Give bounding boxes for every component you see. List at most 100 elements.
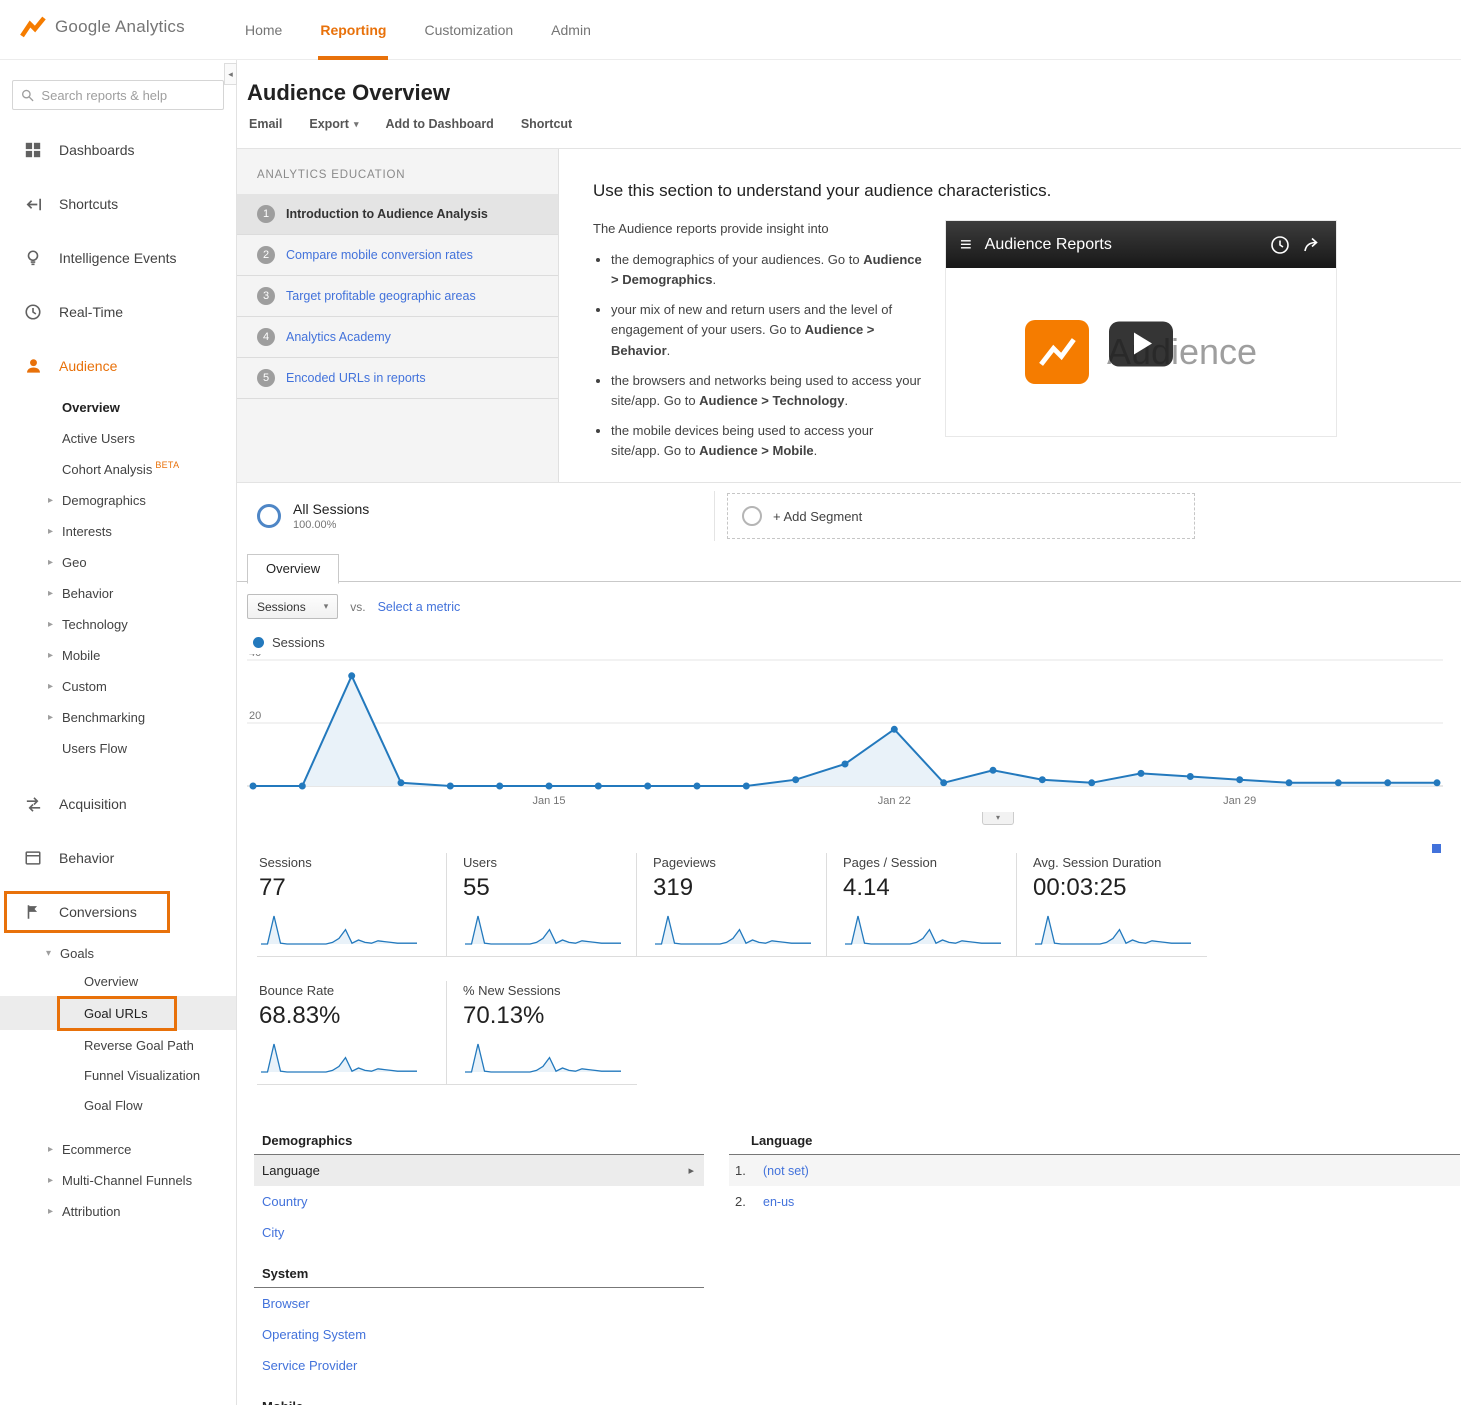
edu-step-mobile-conversion[interactable]: 2 Compare mobile conversion rates [237, 235, 558, 276]
metric-card-bounce-rate[interactable]: Bounce Rate 68.83% [257, 981, 447, 1085]
sidebar-item-benchmarking[interactable]: ▸ Benchmarking [0, 702, 236, 733]
share-icon[interactable] [1302, 235, 1322, 255]
search-reports-box[interactable] [12, 80, 224, 110]
segment-all-sessions[interactable]: All Sessions 100.00% [257, 501, 369, 531]
metric-card-avg-session-duration[interactable]: Avg. Session Duration 00:03:25 [1017, 853, 1207, 957]
expand-right-icon: ▸ [48, 1144, 54, 1155]
add-segment-button[interactable]: + Add Segment [727, 493, 1195, 539]
metric-card-pages-per-session[interactable]: Pages / Session 4.14 [827, 853, 1017, 957]
sidebar-item-demographics[interactable]: ▸ Demographics [0, 485, 236, 516]
language-value-link[interactable]: en-us [763, 1195, 794, 1209]
edu-step-encoded-urls[interactable]: 5 Encoded URLs in reports [237, 358, 558, 399]
sidebar-item-funnel-visualization[interactable]: Funnel Visualization [0, 1060, 236, 1090]
system-service-provider-item[interactable]: Service Provider [254, 1350, 704, 1381]
tab-overview[interactable]: Overview [247, 554, 340, 584]
metric-selector[interactable]: Sessions ▾ [247, 594, 339, 619]
system-block: System Browser Operating System Service … [254, 1260, 704, 1381]
sidebar-item-real-time[interactable]: Real-Time [0, 298, 236, 326]
audience-subnav: Overview Active Users Cohort Analysis BET… [0, 392, 236, 764]
sidebar-item-audience-overview[interactable]: Overview [0, 392, 236, 423]
select-metric-link[interactable]: Select a metric [378, 600, 461, 614]
beta-badge: BETA [155, 459, 180, 470]
explorer-panel: Sessions ▾ vs. Select a metric Sessions 2… [237, 582, 1461, 1085]
sidebar-item-intelligence-events[interactable]: Intelligence Events [0, 244, 236, 272]
sidebar-item-goals[interactable]: ▾ Goals [0, 940, 236, 966]
sessions-line-chart[interactable]: 20 40 Jan 15 Jan 22 Jan 29 [247, 647, 1443, 814]
chart-annotations-toggle[interactable]: ▾ [982, 812, 1014, 825]
sidebar-item-active-users[interactable]: Active Users [0, 423, 236, 454]
play-icon [1134, 332, 1152, 355]
watch-later-icon[interactable] [1270, 235, 1290, 255]
sidebar-item-ecommerce[interactable]: ▸ Ecommerce [0, 1134, 236, 1165]
sidebar-item-custom[interactable]: ▸ Custom [0, 671, 236, 702]
sidebar-item-label: Intelligence Events [59, 250, 177, 266]
system-browser-item[interactable]: Browser [254, 1288, 704, 1319]
sidebar-item-conversions[interactable]: Conversions [0, 891, 236, 933]
sidebar-item-geo[interactable]: ▸ Geo [0, 547, 236, 578]
edu-step-introduction[interactable]: 1 Introduction to Audience Analysis [237, 194, 558, 235]
video-title: Audience Reports [984, 235, 1112, 253]
demographics-city-item[interactable]: City [254, 1217, 704, 1248]
swap-arrows-icon [23, 794, 43, 814]
sidebar-item-label: Conversions [59, 904, 137, 920]
edu-step-analytics-academy[interactable]: 4 Analytics Academy [237, 317, 558, 358]
sidebar-item-behavior-sub[interactable]: ▸ Behavior [0, 578, 236, 609]
rank-label: 1. [735, 1163, 746, 1178]
metric-card-users[interactable]: Users 55 [447, 853, 637, 957]
sidebar-item-behavior[interactable]: Behavior [0, 844, 236, 872]
sidebar-item-shortcuts[interactable]: Shortcuts [0, 190, 236, 218]
sidebar-item-label: Shortcuts [59, 196, 119, 212]
sparkline [465, 1043, 621, 1073]
window-icon [23, 848, 43, 868]
segment-ring-icon [257, 504, 281, 528]
sidebar-item-attribution[interactable]: ▸ Attribution [0, 1196, 236, 1227]
metric-card-sessions[interactable]: Sessions 77 [257, 853, 447, 957]
education-bullet: the browsers and networks being used to … [611, 371, 923, 411]
dashboards-icon [23, 140, 43, 160]
svg-text:20: 20 [249, 710, 261, 722]
sidebar-item-interests[interactable]: ▸ Interests [0, 516, 236, 547]
step-number-badge: 5 [257, 369, 275, 387]
language-table-heading: Language [729, 1127, 1460, 1155]
metric-card-new-sessions[interactable]: % New Sessions 70.13% [447, 981, 637, 1085]
nav-customization[interactable]: Customization [424, 0, 513, 60]
system-operating-system-item[interactable]: Operating System [254, 1319, 704, 1350]
language-table: Language 1. (not set) 2. en-us [729, 1127, 1460, 1405]
nav-reporting[interactable]: Reporting [318, 0, 389, 60]
search-input[interactable] [41, 87, 215, 103]
sidebar-item-users-flow[interactable]: Users Flow [0, 733, 236, 764]
add-to-dashboard-button[interactable]: Add to Dashboard [385, 117, 493, 131]
metric-card-pageviews[interactable]: Pageviews 319 [637, 853, 827, 957]
sidebar-item-audience[interactable]: Audience [0, 352, 236, 380]
nav-admin[interactable]: Admin [551, 0, 591, 60]
email-button[interactable]: Email [249, 117, 282, 131]
segment-bar: All Sessions 100.00% + Add Segment [237, 483, 1461, 549]
sessions-chart[interactable]: 20 40 Jan 15 Jan 22 Jan 29 ▾ [247, 647, 1443, 853]
sidebar-item-acquisition[interactable]: Acquisition [0, 790, 236, 818]
edu-step-geographic-areas[interactable]: 3 Target profitable geographic areas [237, 276, 558, 317]
sidebar-item-goal-flow[interactable]: Goal Flow [0, 1090, 236, 1120]
dimension-lists: Demographics Language ▸ Country City Sys… [254, 1127, 704, 1405]
education-bullet: the demographics of your audiences. Go t… [611, 250, 923, 290]
sidebar-item-reverse-goal-path[interactable]: Reverse Goal Path [0, 1030, 236, 1060]
sidebar-item-technology[interactable]: ▸ Technology [0, 609, 236, 640]
sparkline [465, 915, 621, 945]
sidebar-item-dashboards[interactable]: Dashboards [0, 136, 236, 164]
sidebar-item-multi-channel-funnels[interactable]: ▸ Multi-Channel Funnels [0, 1165, 236, 1196]
play-button[interactable] [1109, 321, 1173, 367]
sidebar-collapse-button[interactable]: ◂ [224, 63, 237, 85]
demographics-language-item[interactable]: Language ▸ [254, 1155, 704, 1186]
shortcut-button[interactable]: Shortcut [521, 117, 572, 131]
google-analytics-logo[interactable]: Google Analytics [20, 14, 185, 40]
sidebar-item-mobile[interactable]: ▸ Mobile [0, 640, 236, 671]
sidebar-item-cohort-analysis[interactable]: Cohort Analysis BETA [0, 454, 236, 485]
sidebar-item-goal-urls[interactable]: Goal URLs [0, 995, 236, 1031]
demographics-country-item[interactable]: Country [254, 1186, 704, 1217]
export-button[interactable]: Export ▾ [309, 117, 358, 131]
primary-nav: Home Reporting Customization Admin [245, 0, 591, 60]
sidebar-item-goals-overview[interactable]: Overview [0, 966, 236, 996]
segment-percent: 100.00% [293, 519, 337, 531]
nav-home[interactable]: Home [245, 0, 282, 60]
video-thumbnail[interactable]: ≡ Audience Reports Audience [946, 221, 1336, 436]
language-value-link[interactable]: (not set) [763, 1164, 809, 1178]
